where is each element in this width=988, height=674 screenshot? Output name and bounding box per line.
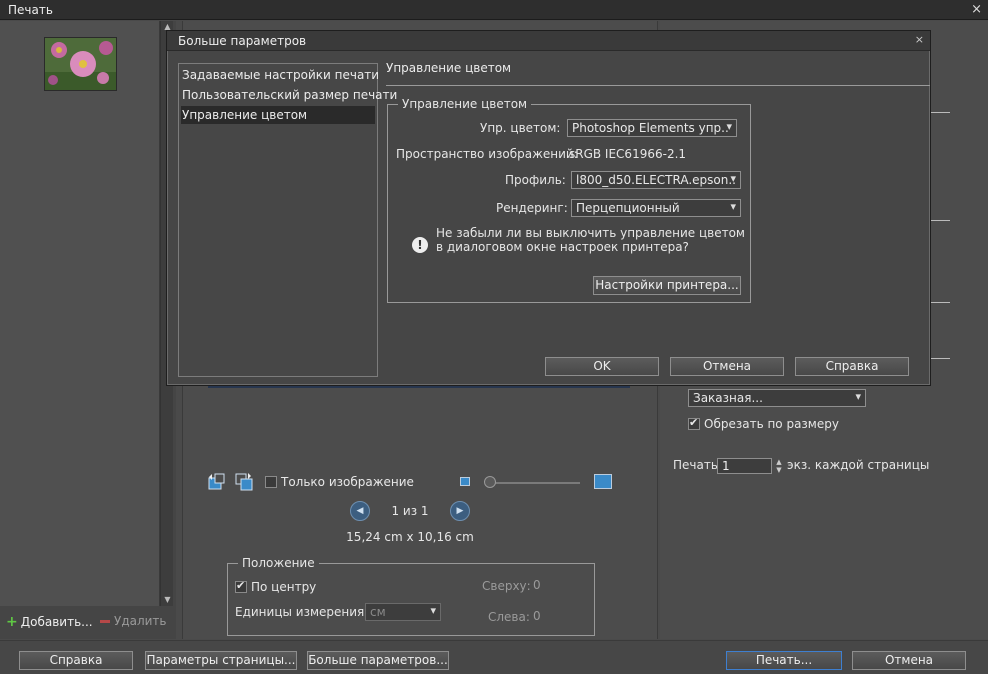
- top-offset-value[interactable]: 0: [533, 578, 541, 592]
- rotate-right-icon[interactable]: [234, 472, 254, 492]
- only-image-label: Только изображение: [281, 475, 414, 489]
- copies-input[interactable]: 1: [717, 458, 772, 474]
- next-page-icon[interactable]: ▶: [450, 501, 470, 521]
- divider: [930, 302, 950, 303]
- checkbox-box[interactable]: [235, 579, 247, 593]
- previous-page-icon[interactable]: ◀: [350, 501, 370, 521]
- zoom-in-icon[interactable]: [594, 474, 612, 489]
- print-size-dropdown[interactable]: Заказная...: [688, 389, 866, 407]
- top-offset-label: Сверху:: [482, 579, 531, 593]
- copies-suffix: экз. каждой страницы: [787, 458, 930, 472]
- color-handling-label: Упр. цветом:: [480, 121, 561, 135]
- minus-icon: [100, 620, 110, 623]
- divider: [930, 358, 950, 359]
- profile-label: Профиль:: [505, 173, 566, 187]
- scroll-down-icon[interactable]: ▼: [161, 594, 174, 606]
- window-title: Печать: [8, 3, 53, 17]
- warning-text-line1: Не забыли ли вы выключить управление цве…: [436, 226, 745, 240]
- units-dropdown[interactable]: см: [365, 603, 441, 621]
- copies-label: Печать: [673, 458, 718, 472]
- dialog-title: Больше параметров: [178, 34, 307, 48]
- rendering-label: Рендеринг:: [496, 201, 568, 215]
- more-options-dialog: Больше параметров × Задаваемые настройки…: [166, 30, 931, 386]
- plus-icon: +: [6, 614, 18, 630]
- only-image-checkbox[interactable]: Только изображение: [265, 475, 414, 489]
- add-photo-button[interactable]: + Добавить...: [6, 614, 93, 630]
- image-space-label: Пространство изображений:: [396, 147, 578, 161]
- window-titlebar: Печать ×: [0, 0, 988, 20]
- thumbnail-list[interactable]: [0, 21, 160, 606]
- image-space-value: sRGB IEC61966-2.1: [569, 147, 687, 161]
- left-offset-value[interactable]: 0: [533, 609, 541, 623]
- rendering-dropdown[interactable]: Перцепционный: [571, 199, 741, 217]
- more-options-button[interactable]: Больше параметров...: [307, 651, 449, 670]
- photo-thumbnail[interactable]: [44, 37, 117, 91]
- left-offset-label: Слева:: [488, 610, 530, 624]
- center-label: По центру: [251, 580, 317, 594]
- window-close-icon[interactable]: ×: [971, 2, 982, 17]
- print-size-readout: 15,24 cm x 10,16 cm: [346, 530, 474, 544]
- warning-icon: !: [412, 237, 428, 253]
- dialog-ok-button[interactable]: OK: [545, 357, 659, 376]
- color-management-legend: Управление цветом: [402, 97, 528, 111]
- section-title: Управление цветом: [386, 61, 512, 75]
- dialog-cancel-button[interactable]: Отмена: [670, 357, 784, 376]
- rotate-left-icon[interactable]: [206, 472, 226, 492]
- dialog-help-button[interactable]: Справка: [795, 357, 909, 376]
- warning-text-line2: в диалоговом окне настроек принтера?: [436, 240, 689, 254]
- copies-stepper[interactable]: ▲ ▼: [773, 458, 785, 474]
- print-button[interactable]: Печать...: [726, 651, 842, 670]
- delete-label: Удалить: [114, 614, 167, 628]
- dialog-titlebar: Больше параметров ×: [167, 31, 930, 51]
- category-color-management[interactable]: Управление цветом: [181, 106, 375, 124]
- printer-settings-button[interactable]: Настройки принтера...: [593, 276, 741, 295]
- page-setup-button[interactable]: Параметры страницы...: [145, 651, 297, 670]
- category-list[interactable]: Задаваемые настройки печати Пользователь…: [178, 63, 397, 377]
- add-label: Добавить...: [20, 615, 93, 629]
- units-label: Единицы измерения:: [235, 605, 369, 619]
- zoom-out-icon[interactable]: [460, 477, 470, 486]
- checkbox-box[interactable]: [265, 476, 277, 488]
- position-legend: Положение: [242, 556, 315, 570]
- page-counter: 1 из 1: [391, 504, 429, 518]
- zoom-slider-handle[interactable]: [484, 476, 496, 488]
- profile-dropdown[interactable]: l800_d50.ELECTRA.epson..: [571, 171, 741, 189]
- delete-photo-button[interactable]: Удалить: [100, 614, 167, 628]
- help-button[interactable]: Справка: [19, 651, 133, 670]
- checkbox-box[interactable]: [688, 416, 700, 430]
- category-print-settings[interactable]: Задаваемые настройки печати: [181, 66, 379, 84]
- crop-to-fit-checkbox[interactable]: Обрезать по размеру: [688, 416, 839, 431]
- divider: [930, 220, 950, 221]
- divider: [930, 112, 950, 113]
- position-group: Положение: [227, 556, 595, 636]
- crop-label: Обрезать по размеру: [704, 417, 839, 431]
- category-custom-print-size[interactable]: Пользовательский размер печати: [181, 86, 397, 104]
- zoom-slider-track[interactable]: [490, 482, 580, 484]
- color-handling-dropdown[interactable]: Photoshop Elements упр..: [567, 119, 737, 137]
- dialog-close-icon[interactable]: ×: [915, 33, 924, 46]
- center-image-checkbox[interactable]: По центру: [235, 579, 317, 594]
- section-divider: [386, 85, 930, 86]
- cancel-button[interactable]: Отмена: [852, 651, 966, 670]
